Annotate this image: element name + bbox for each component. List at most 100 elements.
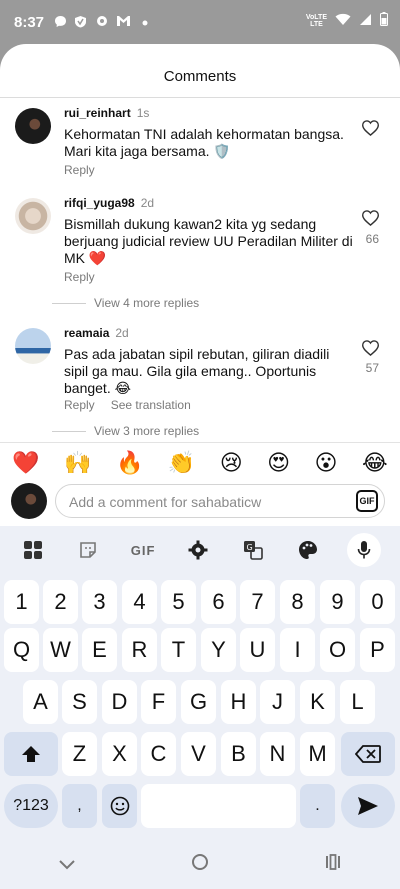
comment-username[interactable]: rui_reinhart 1s xyxy=(64,106,149,120)
key-j[interactable]: J xyxy=(260,680,295,724)
comment-username[interactable]: reamaia 2d xyxy=(64,326,129,340)
key-0[interactable]: 0 xyxy=(360,580,395,624)
gmail-notification-icon xyxy=(116,15,131,30)
key-o[interactable]: O xyxy=(320,628,355,672)
emoji-crying[interactable]: 😢 xyxy=(220,451,243,474)
comment-age: 2d xyxy=(115,326,129,340)
key-p[interactable]: P xyxy=(360,628,395,672)
key-y[interactable]: Y xyxy=(201,628,236,672)
key-1[interactable]: 1 xyxy=(4,580,39,624)
theme-palette-icon[interactable] xyxy=(293,535,323,565)
emoji-key[interactable] xyxy=(102,784,137,828)
volte-label: VoLTE xyxy=(305,13,327,21)
key-2[interactable]: 2 xyxy=(43,580,78,624)
key-e[interactable]: E xyxy=(82,628,117,672)
gif-button[interactable]: GIF xyxy=(356,490,378,512)
nav-recents-icon[interactable] xyxy=(325,853,341,876)
key-z[interactable]: Z xyxy=(62,732,97,776)
status-bar: 8:37 VoLTE LTE xyxy=(0,0,400,44)
key-7[interactable]: 7 xyxy=(240,580,275,624)
view-more-replies-button[interactable]: View 3 more replies xyxy=(52,424,199,438)
key-f[interactable]: F xyxy=(141,680,176,724)
key-4[interactable]: 4 xyxy=(122,580,157,624)
like-count: 57 xyxy=(365,361,379,375)
reply-button[interactable]: Reply xyxy=(64,270,95,284)
emoji-heart[interactable]: ❤️ xyxy=(12,451,39,474)
key-t[interactable]: T xyxy=(161,628,196,672)
key-d[interactable]: D xyxy=(102,680,137,724)
key-n[interactable]: N xyxy=(260,732,295,776)
key-s[interactable]: S xyxy=(62,680,97,724)
key-u[interactable]: U xyxy=(240,628,275,672)
key-i[interactable]: I xyxy=(280,628,315,672)
space-key[interactable] xyxy=(141,784,296,828)
settings-gear-icon[interactable] xyxy=(183,535,213,565)
avatar[interactable] xyxy=(15,108,51,144)
status-time: 8:37 xyxy=(14,14,45,31)
emoji-clap[interactable]: 👏 xyxy=(168,451,195,474)
apps-grid-icon[interactable] xyxy=(18,535,48,565)
comment-age: 1s xyxy=(136,106,150,120)
key-c[interactable]: C xyxy=(141,732,176,776)
sticker-icon[interactable] xyxy=(73,535,103,565)
emoji-heart-eyes[interactable]: 😍 xyxy=(267,451,290,474)
see-translation-button[interactable]: See translation xyxy=(111,398,191,412)
nav-back-chevron-icon[interactable] xyxy=(58,853,75,876)
emoji-surprised[interactable]: 😮 xyxy=(315,451,338,474)
key-a[interactable]: A xyxy=(23,680,58,724)
key-k[interactable]: K xyxy=(300,680,335,724)
svg-text:G: G xyxy=(246,543,252,552)
key-m[interactable]: M xyxy=(300,732,335,776)
username-text[interactable]: rifqi_yuga98 xyxy=(64,196,135,210)
key-x[interactable]: X xyxy=(102,732,137,776)
volte-indicator: VoLTE LTE xyxy=(306,14,327,28)
comma-key[interactable]: , xyxy=(62,784,97,828)
comment-actions: Reply xyxy=(64,163,95,177)
emoji-fire[interactable]: 🔥 xyxy=(116,451,143,474)
comment-input-placeholder: Add a comment for sahabaticw xyxy=(69,494,262,510)
like-heart-icon[interactable] xyxy=(361,120,380,138)
send-key[interactable] xyxy=(341,784,395,828)
like-heart-icon[interactable] xyxy=(361,210,380,228)
nav-home-icon[interactable] xyxy=(191,853,208,876)
replies-line xyxy=(52,430,86,432)
key-w[interactable]: W xyxy=(43,628,78,672)
key-v[interactable]: V xyxy=(181,732,216,776)
emoji-laughing[interactable]: 😂 xyxy=(362,451,388,474)
period-key[interactable]: . xyxy=(300,784,335,828)
key-b[interactable]: B xyxy=(221,732,256,776)
vpn-notification-icon xyxy=(74,15,87,31)
key-r[interactable]: R xyxy=(122,628,157,672)
view-more-replies-label[interactable]: View 3 more replies xyxy=(94,424,199,438)
username-text[interactable]: reamaia xyxy=(64,326,109,340)
key-6[interactable]: 6 xyxy=(201,580,236,624)
keyboard-gif-button[interactable]: GIF xyxy=(128,535,158,565)
view-more-replies-button[interactable]: View 4 more replies xyxy=(52,296,199,310)
backspace-icon xyxy=(355,745,381,763)
key-3[interactable]: 3 xyxy=(82,580,117,624)
comment-input[interactable]: Add a comment for sahabaticw GIF xyxy=(55,484,385,518)
symbols-key[interactable]: ?123 xyxy=(4,784,58,828)
key-g[interactable]: G xyxy=(181,680,216,724)
like-heart-icon[interactable] xyxy=(361,340,380,358)
username-text[interactable]: rui_reinhart xyxy=(64,106,131,120)
microphone-icon[interactable] xyxy=(347,533,382,567)
key-8[interactable]: 8 xyxy=(280,580,315,624)
key-q[interactable]: Q xyxy=(4,628,39,672)
key-5[interactable]: 5 xyxy=(161,580,196,624)
shift-key[interactable] xyxy=(4,732,58,776)
my-avatar xyxy=(11,483,47,519)
backspace-key[interactable] xyxy=(341,732,395,776)
emoji-raising-hands[interactable]: 🙌 xyxy=(64,451,91,474)
avatar[interactable] xyxy=(15,328,51,364)
reply-button[interactable]: Reply xyxy=(64,398,95,412)
key-l[interactable]: L xyxy=(340,680,375,724)
key-h[interactable]: H xyxy=(221,680,256,724)
avatar[interactable] xyxy=(15,198,51,234)
reply-button[interactable]: Reply xyxy=(64,163,95,177)
key-9[interactable]: 9 xyxy=(320,580,355,624)
view-more-replies-label[interactable]: View 4 more replies xyxy=(94,296,199,310)
translate-icon[interactable]: G xyxy=(238,535,268,565)
comment-username[interactable]: rifqi_yuga98 2d xyxy=(64,196,154,210)
comment-text: Pas ada jabatan sipil rebutan, giliran d… xyxy=(64,346,330,396)
